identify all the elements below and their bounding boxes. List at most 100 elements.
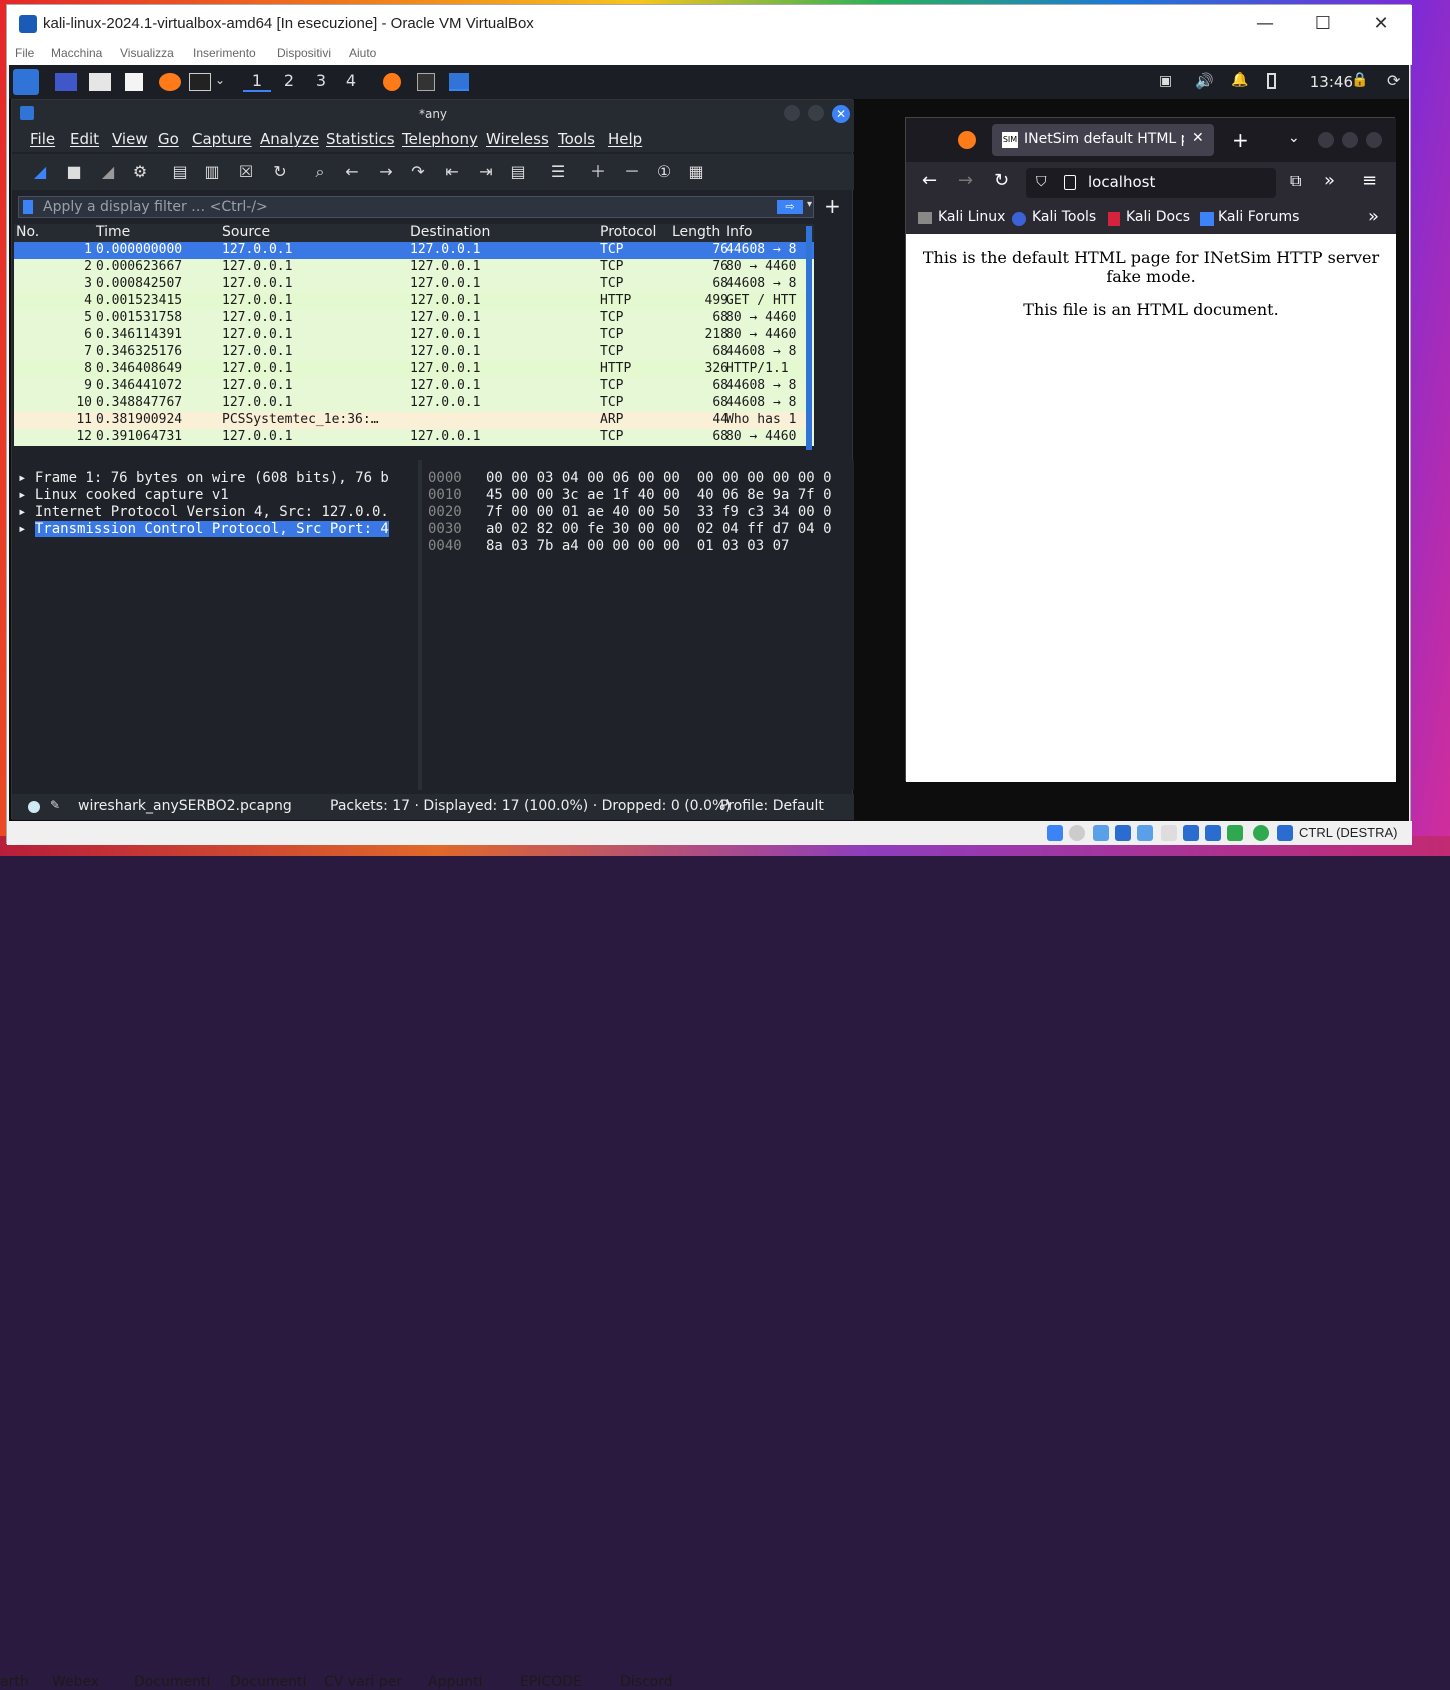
detail-row-selected[interactable]: ▸ Transmission Control Protocol, Src Por…: [18, 521, 389, 538]
close-icon[interactable]: ✕: [1359, 11, 1403, 37]
detail-row[interactable]: ▸ Frame 1: 76 bytes on wire (608 bits), …: [18, 470, 389, 487]
packet-row[interactable]: 8 0.346408649 127.0.0.1 127.0.0.1 HTTP 326 HTT…: [14, 361, 814, 378]
find-packet-icon[interactable]: ⌕: [308, 160, 332, 184]
tab-inetsim[interactable]: SIM INetSim default HTML pa ✕: [992, 124, 1214, 156]
packet-row[interactable]: 9 0.346441072 127.0.0.1 127.0.0.1 TCP 68 44608…: [14, 378, 814, 395]
workspace-1[interactable]: 1: [243, 71, 271, 92]
packet-row[interactable]: 12 0.391064731 127.0.0.1 127.0.0.1 TCP 68 80 →…: [14, 429, 814, 446]
more-bookmarks-icon[interactable]: »: [1368, 206, 1379, 227]
battery-icon[interactable]: [1267, 73, 1276, 89]
vbox-menu-file[interactable]: File: [15, 46, 34, 60]
clock[interactable]: 13:46: [1310, 73, 1353, 91]
menu-help[interactable]: Help: [608, 130, 642, 148]
hdd-icon[interactable]: [1047, 825, 1063, 841]
capture-options-icon[interactable]: ⚙: [128, 160, 152, 184]
detail-row[interactable]: ▸ Linux cooked capture v1: [18, 487, 229, 504]
profile-label[interactable]: Profile: Default: [720, 798, 824, 814]
zoom-normal-icon[interactable]: ①: [652, 160, 676, 184]
menu-edit[interactable]: Edit: [70, 130, 99, 148]
recording-icon[interactable]: [1205, 825, 1221, 841]
display-filter[interactable]: Apply a display filter … <Ctrl-/> ⇨ ▾: [18, 196, 814, 218]
packet-row[interactable]: 7 0.346325176 127.0.0.1 127.0.0.1 TCP 68 44608…: [14, 344, 814, 361]
open-file-icon[interactable]: ▤: [168, 160, 192, 184]
bookmark-kali-linux[interactable]: Kali Linux: [938, 209, 1005, 225]
hex-bytes[interactable]: 7f 00 00 01 ae 40 00 50 33 f9 c3 34 00 0: [486, 504, 832, 520]
minimize-icon[interactable]: [1318, 132, 1334, 148]
new-tab-button[interactable]: +: [1232, 128, 1249, 152]
workspace-3[interactable]: 3: [307, 71, 335, 90]
page-icon[interactable]: [1064, 175, 1076, 190]
menu-go[interactable]: Go: [158, 130, 179, 148]
hex-bytes[interactable]: 00 00 03 04 00 06 00 00 00 00 00 00 00 0: [486, 470, 832, 486]
mouse-integration-icon[interactable]: [1253, 825, 1269, 841]
go-forward-icon[interactable]: →: [374, 160, 398, 184]
firefox-task-icon[interactable]: [383, 73, 401, 91]
start-capture-icon[interactable]: ◢: [28, 160, 52, 184]
go-to-packet-icon[interactable]: ↷: [406, 160, 430, 184]
menu-tools[interactable]: Tools: [558, 130, 595, 148]
shield-icon[interactable]: ⛉: [1036, 174, 1047, 190]
vbox-menu-help[interactable]: Aiuto: [349, 46, 376, 60]
taskbar-item[interactable]: Documenti: [230, 1674, 306, 1690]
minimize-icon[interactable]: —: [1243, 11, 1287, 37]
menu-analyze[interactable]: Analyze: [260, 130, 319, 148]
col-length[interactable]: Length: [672, 224, 720, 240]
colorize-icon[interactable]: ☰: [546, 160, 570, 184]
forward-icon[interactable]: →: [958, 170, 973, 191]
packet-row[interactable]: 4 0.001523415 127.0.0.1 127.0.0.1 HTTP 499 GET…: [14, 293, 814, 310]
reload-icon[interactable]: ↻: [994, 170, 1009, 191]
taskbar-item[interactable]: Appunti: [428, 1674, 482, 1690]
resize-columns-icon[interactable]: ▦: [684, 160, 708, 184]
detail-row[interactable]: ▸ Internet Protocol Version 4, Src: 127.…: [18, 504, 389, 521]
taskbar-item[interactable]: CV vari per: [324, 1674, 402, 1690]
vbox-menu-devices[interactable]: Dispositivi: [277, 46, 331, 60]
apply-filter-icon[interactable]: ⇨: [777, 200, 803, 214]
zoom-in-icon[interactable]: ＋: [586, 160, 610, 184]
hex-bytes[interactable]: a0 02 82 00 fe 30 00 00 02 04 ff d7 04 0: [486, 521, 832, 537]
expert-info-icon[interactable]: [28, 801, 40, 813]
packet-list-scrollbar[interactable]: [806, 226, 812, 450]
firefox-view-icon[interactable]: [958, 131, 976, 149]
vbox-menu-machine[interactable]: Macchina: [51, 46, 102, 60]
close-icon[interactable]: ✕: [832, 105, 850, 123]
terminal-icon[interactable]: [189, 73, 211, 91]
list-tabs-icon[interactable]: ⌄: [1288, 130, 1300, 146]
packet-row[interactable]: 3 0.000842507 127.0.0.1 127.0.0.1 TCP 68 44608…: [14, 276, 814, 293]
hex-bytes[interactable]: 8a 03 7b a4 00 00 00 00 01 03 03 07: [486, 538, 789, 554]
maximize-icon[interactable]: [1342, 132, 1358, 148]
usb-icon[interactable]: [1137, 825, 1153, 841]
back-icon[interactable]: ←: [922, 170, 937, 191]
col-protocol[interactable]: Protocol: [600, 224, 656, 240]
bookmark-kali-tools[interactable]: Kali Tools: [1032, 209, 1096, 225]
taskbar-item[interactable]: EPICODE: [520, 1674, 582, 1690]
packet-row[interactable]: 2 0.000623667 127.0.0.1 127.0.0.1 TCP 76 80 → …: [14, 259, 814, 276]
extensions-icon[interactable]: ⧉: [1290, 171, 1301, 191]
last-packet-icon[interactable]: ⇥: [474, 160, 498, 184]
reload-file-icon[interactable]: ↻: [268, 160, 292, 184]
app-menu-icon[interactable]: ≡: [1362, 170, 1377, 191]
packet-row[interactable]: 6 0.346114391 127.0.0.1 127.0.0.1 TCP 218 80 →…: [14, 327, 814, 344]
more-tools-icon[interactable]: »: [1324, 170, 1335, 191]
cpu-icon[interactable]: [1227, 825, 1243, 841]
kali-menu-icon[interactable]: [13, 69, 39, 95]
stop-capture-icon[interactable]: ■: [62, 160, 86, 184]
text-editor-icon[interactable]: [125, 73, 143, 91]
keyboard-capture-icon[interactable]: [1277, 825, 1293, 841]
terminal-task-icon[interactable]: [417, 73, 435, 91]
first-packet-icon[interactable]: ⇤: [440, 160, 464, 184]
optical-drive-icon[interactable]: [1069, 825, 1085, 841]
close-tab-icon[interactable]: ✕: [1192, 130, 1204, 146]
packet-row[interactable]: 11 0.381900924 PCSSystemtec_1e:36:… ARP 44 Wh…: [14, 412, 814, 429]
workspace-4[interactable]: 4: [337, 71, 365, 90]
close-icon[interactable]: [1366, 132, 1382, 148]
hex-bytes[interactable]: 45 00 00 3c ae 1f 40 00 40 06 8e 9a 7f 0: [486, 487, 832, 503]
chevron-down-icon[interactable]: ⌄: [215, 73, 225, 87]
firefox-icon[interactable]: [159, 73, 181, 91]
col-destination[interactable]: Destination: [410, 224, 490, 240]
taskbar-item[interactable]: Documenti: [134, 1674, 210, 1690]
taskbar-item[interactable]: arth: [0, 1674, 29, 1690]
url-bar[interactable]: ⛉ localhost: [1026, 168, 1276, 198]
minimize-icon[interactable]: [784, 105, 800, 121]
filter-dropdown-icon[interactable]: ▾: [807, 199, 812, 210]
taskbar-item[interactable]: Webex: [52, 1674, 99, 1690]
